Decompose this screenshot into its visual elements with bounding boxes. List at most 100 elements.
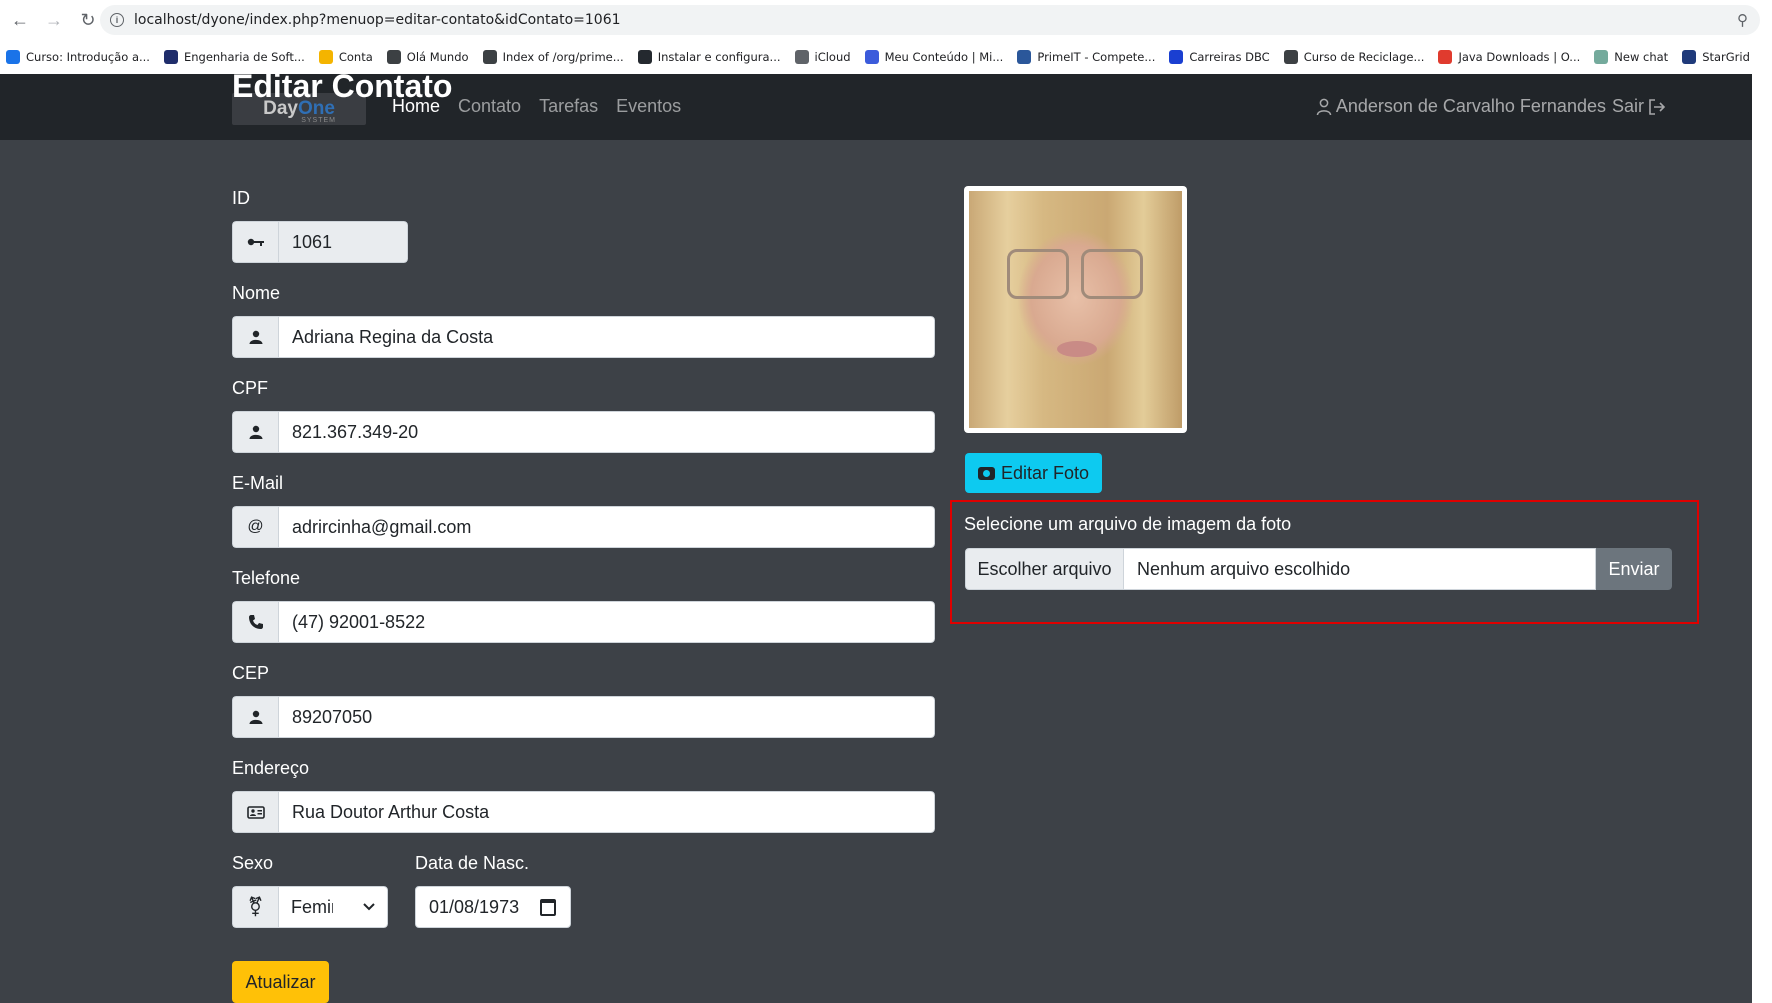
contact-photo [969, 191, 1182, 428]
upload-label: Selecione um arquivo de imagem da foto [964, 514, 1292, 534]
bookmark-label: PrimeIT - Compete... [1037, 50, 1156, 64]
telefone-field[interactable]: (47) 92001-8522 [278, 601, 935, 643]
bookmark-label: New chat [1614, 50, 1669, 64]
browser-toolbar: ← → ↻ i localhost/dyone/index.php?menuop… [0, 0, 1772, 40]
user-icon [1316, 98, 1332, 115]
user-name[interactable]: Anderson de Carvalho Fernandes [1336, 96, 1606, 117]
bookmark-favicon-icon [1438, 50, 1453, 64]
logout-link[interactable]: Sair [1612, 96, 1644, 117]
bookmark-item[interactable]: Engenharia de Soft... [163, 50, 305, 64]
id-field-group: 1061 [232, 221, 408, 263]
at-sign-icon: @ [232, 506, 278, 548]
id-field[interactable]: 1061 [278, 221, 408, 263]
bookmark-item[interactable]: Java Downloads | O... [1438, 50, 1580, 64]
cep-field[interactable]: 89207050 [278, 696, 935, 738]
calendar-icon[interactable] [540, 899, 556, 916]
sexo-label: Sexo [232, 853, 274, 873]
bookmark-item[interactable]: Curso de Reciclage... [1283, 50, 1425, 64]
nav-tarefas[interactable]: Tarefas [539, 96, 598, 117]
bookmark-label: iCloud [814, 50, 851, 64]
file-input-group: Escolher arquivo Nenhum arquivo escolhid… [965, 548, 1672, 590]
atualizar-button[interactable]: Atualizar [232, 961, 329, 1003]
photo-glasses-right [1081, 249, 1143, 299]
bookmark-label: Conta [338, 50, 373, 64]
url-text: localhost/dyone/index.php?menuop=editar-… [134, 12, 621, 28]
bookmark-favicon-icon [1017, 50, 1032, 64]
photo-lips [1057, 341, 1097, 357]
brand-system-text: SYSTEM [301, 117, 336, 124]
editar-foto-button[interactable]: Editar Foto [965, 453, 1102, 493]
email-field-group: @ adrircinha@gmail.com [232, 506, 935, 548]
bookmark-label: Engenharia de Soft... [183, 50, 305, 64]
endereco-label: Endereço [232, 758, 310, 778]
person-icon [232, 316, 278, 358]
bookmark-label: Curso de Reciclage... [1303, 50, 1425, 64]
bookmark-label: Index of /org/prime... [502, 50, 624, 64]
sexo-selected-value: Feminino [291, 896, 333, 917]
bookmark-item[interactable]: Conta [318, 50, 373, 64]
bookmark-item[interactable]: Instalar e configura... [637, 50, 781, 64]
file-name-display: Nenhum arquivo escolhido [1124, 548, 1596, 590]
bookmark-favicon-icon [864, 50, 879, 64]
user-area: Anderson de Carvalho Fernandes Sair [1316, 96, 1666, 117]
bookmark-favicon-icon [1594, 50, 1609, 64]
nome-field[interactable]: Adriana Regina da Costa [278, 316, 935, 358]
nasc-date-field[interactable]: 01/08/1973 [415, 886, 571, 928]
cpf-field-group: 821.367.349-20 [232, 411, 935, 453]
email-field[interactable]: adrircinha@gmail.com [278, 506, 935, 548]
sexo-field-group: ⚧ Feminino [232, 886, 388, 928]
enviar-button[interactable]: Enviar [1596, 548, 1672, 590]
bookmark-item[interactable]: StarGrid [1682, 50, 1750, 64]
bookmark-item[interactable]: New chat [1594, 50, 1668, 64]
bookmark-favicon-icon [637, 50, 652, 64]
cep-field-group: 89207050 [232, 696, 935, 738]
bookmark-label: Olá Mundo [406, 50, 469, 64]
nome-field-group: Adriana Regina da Costa [232, 316, 935, 358]
person-icon [232, 696, 278, 738]
logout-icon[interactable] [1648, 98, 1666, 115]
bookmark-item[interactable]: Meu Conteúdo | Mi... [864, 50, 1004, 64]
bookmark-label: Meu Conteúdo | Mi... [884, 50, 1004, 64]
escolher-arquivo-button[interactable]: Escolher arquivo [965, 548, 1124, 590]
address-card-icon [232, 791, 278, 833]
editar-foto-label: Editar Foto [1000, 462, 1090, 483]
gender-icon: ⚧ [232, 886, 278, 928]
nav-contato[interactable]: Contato [458, 96, 521, 117]
bookmark-item[interactable]: Olá Mundo [386, 50, 469, 64]
person-icon [232, 411, 278, 453]
key-icon [232, 221, 278, 263]
bookmark-item[interactable]: iCloud [794, 50, 851, 64]
address-bar[interactable]: i localhost/dyone/index.php?menuop=edita… [100, 5, 1760, 35]
page-title: Editar Contato [232, 68, 453, 104]
bookmark-item[interactable]: Index of /org/prime... [482, 50, 624, 64]
back-arrow-icon[interactable]: ← [6, 6, 34, 34]
bookmark-label: Java Downloads | O... [1458, 50, 1581, 64]
bookmark-favicon-icon [1169, 50, 1184, 64]
contact-photo-frame [964, 186, 1187, 433]
bookmark-item[interactable]: PrimeIT - Compete... [1017, 50, 1155, 64]
cpf-field[interactable]: 821.367.349-20 [278, 411, 935, 453]
telefone-label: Telefone [232, 568, 301, 588]
bookmark-item[interactable]: Carreiras DBC [1169, 50, 1270, 64]
email-label: E-Mail [232, 473, 284, 493]
cpf-label: CPF [232, 378, 268, 398]
bookmark-label: StarGrid [1702, 50, 1750, 64]
bookmark-item[interactable]: Curso: Introdução a... [6, 50, 150, 64]
reload-icon[interactable]: ↻ [74, 6, 102, 34]
endereco-field[interactable]: Rua Doutor Arthur Costa [278, 791, 935, 833]
bookmark-label: Curso: Introdução a... [26, 50, 150, 64]
nasc-label: Data de Nasc. [415, 853, 530, 873]
forward-arrow-icon[interactable]: → [40, 6, 68, 34]
bookmark-favicon-icon [482, 50, 497, 64]
sexo-select[interactable]: Feminino [278, 886, 388, 928]
bookmark-favicon-icon [1283, 50, 1298, 64]
nav-eventos[interactable]: Eventos [616, 96, 681, 117]
bookmark-favicon-icon [163, 50, 178, 64]
camera-icon [977, 466, 995, 480]
site-info-icon[interactable]: i [110, 13, 124, 27]
zoom-icon[interactable]: ⚲ [1737, 11, 1748, 29]
cep-label: CEP [232, 663, 270, 683]
phone-icon [232, 601, 278, 643]
bookmark-favicon-icon [386, 50, 401, 64]
bookmark-label: Carreiras DBC [1189, 50, 1270, 64]
